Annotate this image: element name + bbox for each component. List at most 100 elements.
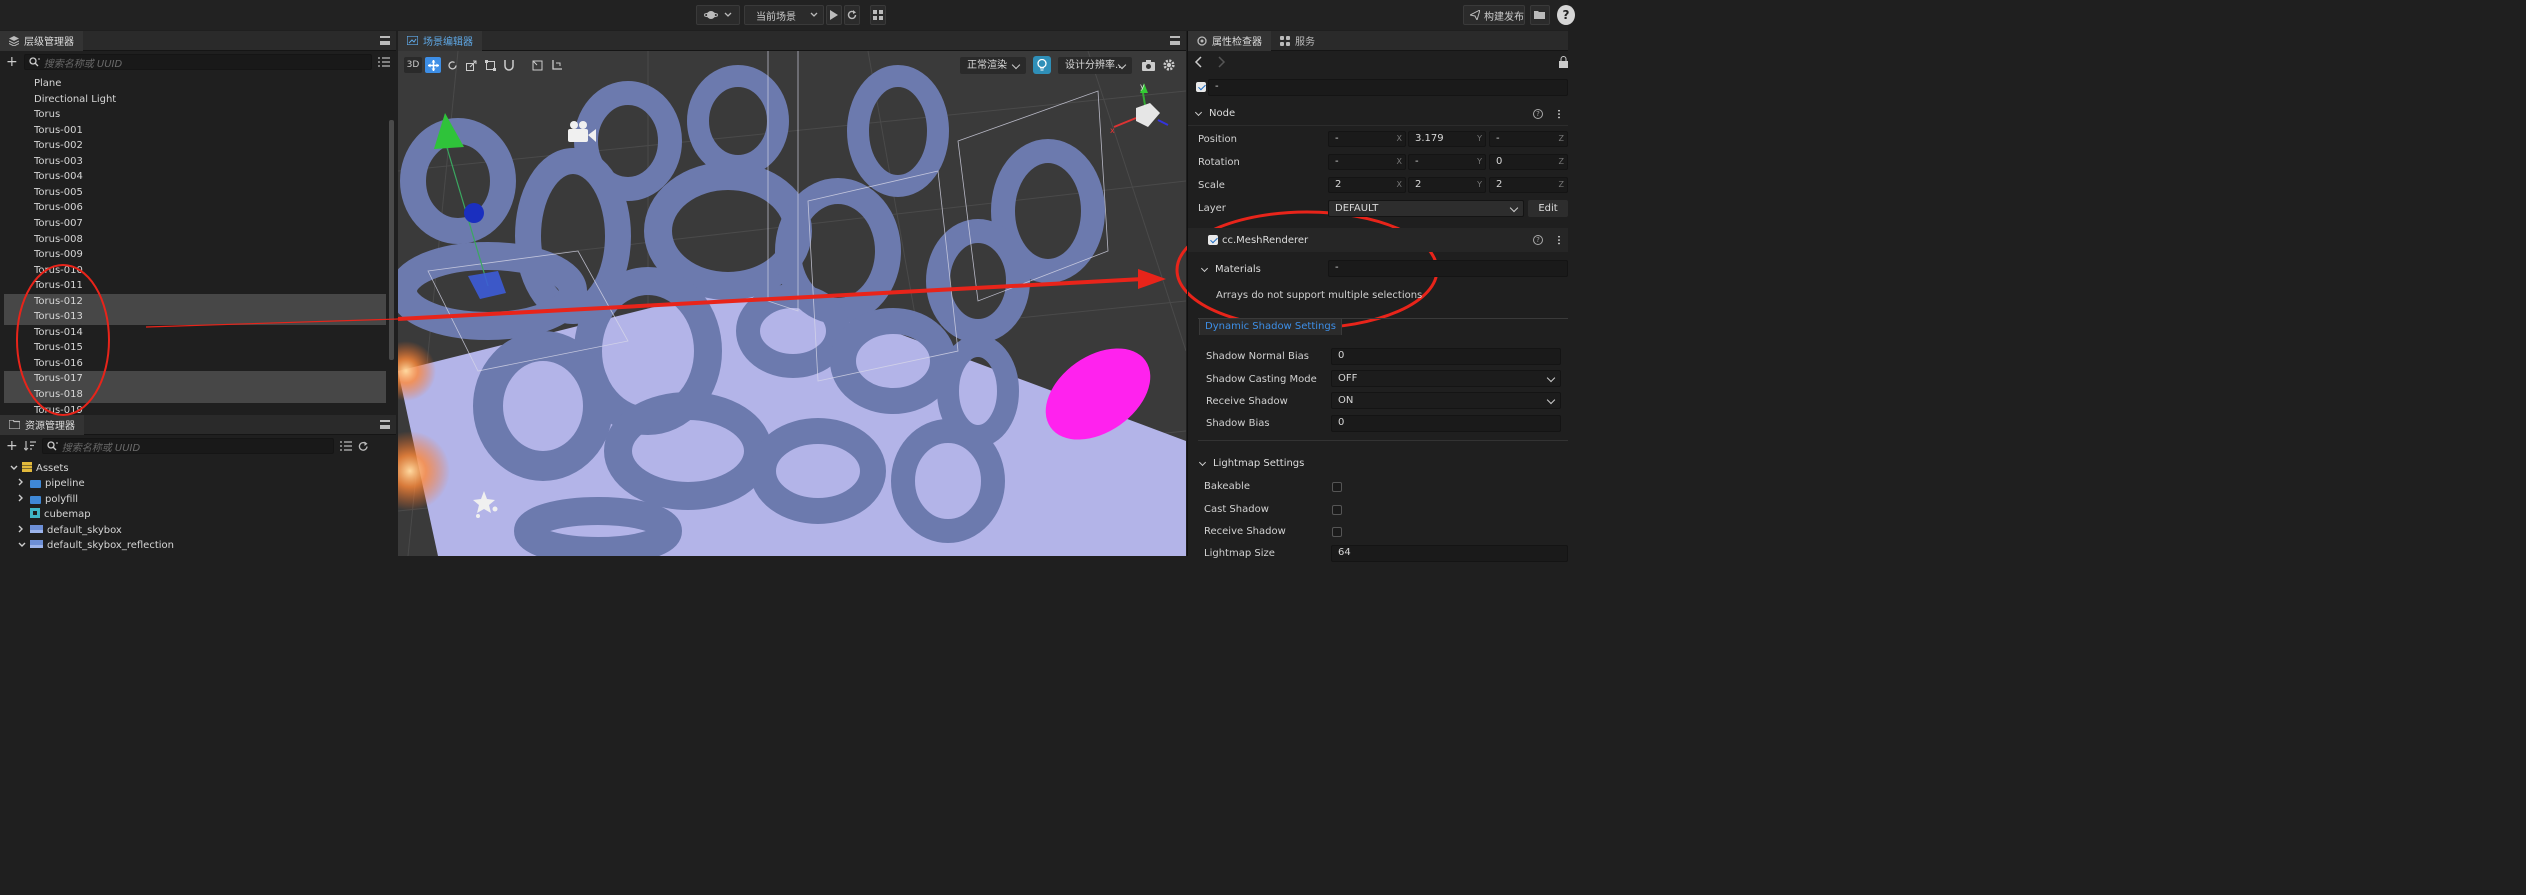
hierarchy-item[interactable]: Torus-008 <box>4 232 386 248</box>
layer-select[interactable]: DEFAULT <box>1328 200 1524 217</box>
node-name-input[interactable]: - <box>1208 79 1568 96</box>
tab-hierarchy[interactable]: 层级管理器 <box>0 30 83 51</box>
hierarchy-item[interactable]: Torus-015 <box>4 340 386 356</box>
tab-scene[interactable]: 场景编辑器 <box>398 30 482 51</box>
chevron-right-icon[interactable] <box>18 525 26 536</box>
position-z-input[interactable]: -Z <box>1489 131 1568 147</box>
hierarchy-scrollbar[interactable] <box>389 120 394 360</box>
rect-tool-button[interactable] <box>482 57 498 73</box>
scene-preview-dropdown[interactable] <box>696 5 740 25</box>
lightmap-header[interactable]: Lightmap Settings <box>1192 451 1572 475</box>
chevron-right-icon[interactable] <box>18 478 26 489</box>
more-icon[interactable] <box>1558 109 1560 119</box>
lightmap-receive-shadow-checkbox[interactable] <box>1332 527 1342 537</box>
meshrenderer-enabled-checkbox[interactable] <box>1208 235 1218 245</box>
scale-z-input[interactable]: 2Z <box>1489 177 1568 193</box>
add-icon[interactable]: + <box>6 54 18 70</box>
sort-icon[interactable] <box>23 441 36 451</box>
hierarchy-item[interactable]: Torus-005 <box>4 185 386 201</box>
rotation-z-input[interactable]: 0Z <box>1489 154 1568 170</box>
hierarchy-item[interactable]: Torus-009 <box>4 247 386 263</box>
meshrenderer-header[interactable]: cc.MeshRenderer ? <box>1188 228 1568 252</box>
move-tool-button[interactable] <box>425 57 441 73</box>
scene-camera-icon[interactable] <box>1142 59 1155 74</box>
help-icon[interactable]: ? <box>1557 5 1575 25</box>
bakeable-checkbox[interactable] <box>1332 482 1342 492</box>
assets-menu-icon[interactable] <box>380 420 390 429</box>
chevron-down-icon[interactable] <box>10 463 18 474</box>
forward-arrow-icon[interactable] <box>1218 56 1226 71</box>
hierarchy-item[interactable]: Torus-004 <box>4 169 386 185</box>
shadow-casting-mode-select[interactable]: OFF <box>1331 370 1561 387</box>
asset-item[interactable]: default_skybox_reflection <box>0 538 396 554</box>
scale-x-input[interactable]: 2X <box>1328 177 1406 193</box>
help-icon[interactable]: ? <box>1533 235 1543 245</box>
tab-assets[interactable]: 资源管理器 <box>0 414 84 435</box>
shadow-normal-bias-input[interactable]: 0 <box>1331 348 1561 365</box>
hierarchy-menu-icon[interactable] <box>380 36 390 45</box>
hierarchy-item[interactable]: Torus-002 <box>4 138 386 154</box>
asset-item[interactable]: cubemap <box>0 507 396 523</box>
hierarchy-item[interactable]: Torus-018 <box>4 387 386 403</box>
cast-shadow-checkbox[interactable] <box>1332 505 1342 515</box>
hierarchy-item[interactable]: Plane <box>4 76 386 92</box>
receive-shadow-select[interactable]: ON <box>1331 392 1561 409</box>
help-icon[interactable]: ? <box>1533 109 1543 119</box>
rotation-y-input[interactable]: -Y <box>1408 154 1486 170</box>
rotation-x-input[interactable]: -X <box>1328 154 1406 170</box>
chevron-down-icon[interactable] <box>18 540 26 551</box>
tab-services[interactable]: 服务 <box>1271 31 1324 51</box>
hierarchy-item[interactable]: Torus-012 <box>4 293 386 310</box>
position-y-input[interactable]: 3.179 Y <box>1408 131 1486 147</box>
rotate-tool-button[interactable] <box>444 57 460 73</box>
node-active-checkbox[interactable] <box>1196 82 1206 92</box>
mode-3d-button[interactable]: 3D <box>404 57 422 73</box>
scene-select[interactable]: 当前场景 <box>744 5 824 25</box>
hierarchy-item[interactable]: Torus-003 <box>4 154 386 170</box>
hierarchy-item[interactable]: Torus-016 <box>4 356 386 372</box>
magnet-tool-button[interactable] <box>501 57 517 73</box>
scene-viewport[interactable]: x y 3D 正常渲染 设计分辨率... <box>398 51 1186 556</box>
asset-item[interactable]: polyfill <box>0 492 396 508</box>
hierarchy-item[interactable]: Torus-001 <box>4 123 386 139</box>
hierarchy-item[interactable]: Torus-007 <box>4 216 386 232</box>
scene-settings-gear-icon[interactable] <box>1163 59 1175 74</box>
lock-icon[interactable] <box>1559 56 1568 71</box>
back-arrow-icon[interactable] <box>1194 56 1202 71</box>
hierarchy-item[interactable]: Torus-006 <box>4 200 386 216</box>
scene-menu-icon[interactable] <box>1170 36 1180 45</box>
resolution-select[interactable]: 设计分辨率... <box>1058 57 1132 74</box>
hierarchy-item[interactable]: Torus-014 <box>4 325 386 341</box>
lightmap-size-input[interactable]: 64 <box>1331 545 1568 562</box>
position-x-input[interactable]: -X <box>1328 131 1406 147</box>
refresh-icon[interactable] <box>358 441 369 452</box>
hierarchy-item[interactable]: Directional Light <box>4 92 386 108</box>
build-publish-button[interactable]: 构建发布 <box>1463 5 1525 25</box>
asset-item[interactable]: default_skybox <box>0 523 396 539</box>
asset-item[interactable]: Assets <box>0 461 396 477</box>
hierarchy-item[interactable]: Torus-010 <box>4 263 386 279</box>
shadow-bias-input[interactable]: 0 <box>1331 415 1561 432</box>
hierarchy-item[interactable]: Torus <box>4 107 386 123</box>
node-section-header[interactable]: Node ? <box>1188 102 1568 126</box>
chevron-right-icon[interactable] <box>18 494 26 505</box>
tab-dynamic-shadow[interactable]: Dynamic Shadow Settings <box>1199 318 1342 335</box>
materials-count-input[interactable]: - <box>1328 260 1568 277</box>
add-icon[interactable]: + <box>6 438 18 454</box>
scale-tool-button[interactable] <box>463 57 479 73</box>
refresh-button[interactable] <box>844 5 860 25</box>
lighting-toggle[interactable] <box>1033 56 1051 74</box>
scale-y-input[interactable]: 2Y <box>1408 177 1486 193</box>
render-mode-select[interactable]: 正常渲染 <box>960 57 1026 74</box>
asset-item[interactable]: pipeline <box>0 476 396 492</box>
assets-search-input[interactable]: 搜索名称或 UUID <box>41 438 334 454</box>
hierarchy-item[interactable]: Torus-013 <box>4 309 386 325</box>
play-button[interactable] <box>826 5 842 25</box>
coord-button[interactable] <box>548 57 564 73</box>
list-view-icon[interactable] <box>339 441 352 451</box>
more-icon[interactable] <box>1558 235 1560 245</box>
hierarchy-item[interactable]: Torus-017 <box>4 371 386 387</box>
layer-edit-button[interactable]: Edit <box>1528 200 1568 217</box>
tab-inspector[interactable]: 属性检查器 <box>1188 30 1271 51</box>
open-folder-button[interactable] <box>1530 5 1550 25</box>
